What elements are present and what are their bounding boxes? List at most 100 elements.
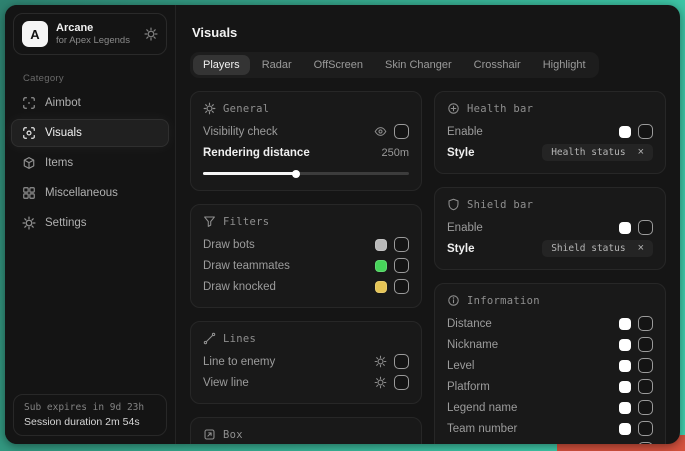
tab-offscreen[interactable]: OffScreen (304, 55, 373, 75)
tab-skin-changer[interactable]: Skin Changer (375, 55, 462, 75)
setting-label: Enable (447, 222, 483, 234)
checkbox[interactable] (394, 258, 409, 273)
close-icon[interactable]: × (638, 147, 644, 158)
checkbox[interactable] (394, 354, 409, 369)
color-swatch[interactable] (619, 318, 631, 330)
color-swatch[interactable] (619, 423, 631, 435)
sidebar-item-settings[interactable]: Settings (11, 209, 169, 237)
setting-row: Style Health status × (447, 142, 653, 163)
tab-highlight[interactable]: Highlight (533, 55, 596, 75)
tab-bar: Players Radar OffScreen Skin Changer Cro… (190, 52, 599, 78)
section-header: Filters (203, 215, 409, 228)
checkbox[interactable] (394, 124, 409, 139)
color-swatch[interactable] (619, 360, 631, 372)
slider-fill (203, 172, 296, 175)
sub-expiry-text: Sub expires in 9d 23h (24, 402, 156, 413)
sidebar-item-miscellaneous[interactable]: Miscellaneous (11, 179, 169, 207)
setting-label: Visibility check (203, 126, 278, 138)
cube-icon (22, 156, 36, 170)
gear-icon[interactable] (374, 355, 387, 368)
section-header: Health bar (447, 102, 653, 115)
setting-label: Platform (447, 381, 490, 393)
rendering-distance-slider[interactable] (203, 170, 409, 177)
setting-label: Draw knocked (203, 281, 276, 293)
gear-icon (203, 102, 216, 115)
checkbox[interactable] (638, 220, 653, 235)
setting-label: Distance (447, 318, 492, 330)
color-swatch[interactable] (375, 260, 387, 272)
checkbox[interactable] (394, 237, 409, 252)
tab-radar[interactable]: Radar (252, 55, 302, 75)
checkbox[interactable] (394, 279, 409, 294)
app-window: A Arcane for Apex Legends Category Aimbo… (5, 5, 680, 444)
tab-players[interactable]: Players (193, 55, 250, 75)
app-header-card: A Arcane for Apex Legends (13, 13, 167, 55)
color-swatch[interactable] (619, 339, 631, 351)
page-title: Visuals (192, 25, 666, 40)
row-controls (619, 316, 653, 331)
gear-icon[interactable] (374, 376, 387, 389)
right-column: Health bar Enable Style Health status (434, 91, 666, 444)
row-controls (375, 279, 409, 294)
row-controls (619, 337, 653, 352)
crosshair-icon (22, 96, 36, 110)
sidebar-item-label: Aimbot (45, 97, 81, 109)
setting-label: Style (447, 147, 475, 159)
gear-icon[interactable] (144, 27, 158, 41)
style-select-value: Health status (551, 147, 625, 158)
style-select[interactable]: Health status × (542, 144, 653, 161)
color-swatch[interactable] (619, 126, 631, 138)
grid-icon (22, 186, 36, 200)
setting-label: Rendering distance (203, 147, 310, 159)
row-controls (619, 400, 653, 415)
setting-row: Visibility check (203, 121, 409, 142)
sidebar: A Arcane for Apex Legends Category Aimbo… (5, 5, 176, 444)
row-controls (374, 124, 409, 139)
color-swatch[interactable] (375, 281, 387, 293)
style-select[interactable]: Shield status × (542, 240, 653, 257)
funnel-icon (203, 215, 216, 228)
setting-row: Draw bots (203, 234, 409, 255)
scan-eye-icon (22, 126, 36, 140)
tab-crosshair[interactable]: Crosshair (464, 55, 531, 75)
checkbox[interactable] (638, 358, 653, 373)
checkbox[interactable] (394, 375, 409, 390)
slider-value: 250m (381, 147, 409, 159)
setting-row: Platform (447, 376, 653, 397)
section-header: Lines (203, 332, 409, 345)
shield-icon (447, 198, 460, 211)
line-icon (203, 332, 216, 345)
row-controls (619, 124, 653, 139)
setting-row: Draw knocked (203, 276, 409, 297)
color-swatch[interactable] (619, 381, 631, 393)
section-lines: Lines Line to enemy View line (190, 321, 422, 404)
close-icon[interactable]: × (638, 243, 644, 254)
color-swatch[interactable] (619, 222, 631, 234)
checkbox[interactable] (638, 379, 653, 394)
section-general: General Visibility check Rendering dista… (190, 91, 422, 191)
checkbox[interactable] (638, 421, 653, 436)
app-name: Arcane (56, 22, 136, 34)
eye-icon[interactable] (374, 125, 387, 138)
slider-thumb[interactable] (292, 170, 300, 178)
section-shield-bar: Shield bar Enable Style Shield status (434, 187, 666, 270)
checkbox[interactable] (638, 337, 653, 352)
color-swatch[interactable] (375, 239, 387, 251)
setting-row: Enable (447, 121, 653, 142)
checkbox[interactable] (638, 442, 653, 444)
checkbox[interactable] (638, 316, 653, 331)
session-duration-text: Session duration 2m 54s (24, 416, 156, 428)
subscription-info-card: Sub expires in 9d 23h Session duration 2… (13, 394, 167, 436)
checkbox[interactable] (638, 400, 653, 415)
section-header: Shield bar (447, 198, 653, 211)
sidebar-item-visuals[interactable]: Visuals (11, 119, 169, 147)
setting-row: Nickname (447, 334, 653, 355)
color-swatch[interactable] (619, 444, 631, 445)
color-swatch[interactable] (619, 402, 631, 414)
sidebar-item-aimbot[interactable]: Aimbot (11, 89, 169, 117)
section-information: Information Distance Nickname (434, 283, 666, 444)
checkbox[interactable] (638, 124, 653, 139)
sidebar-item-items[interactable]: Items (11, 149, 169, 177)
section-title: Box (223, 429, 243, 441)
section-health-bar: Health bar Enable Style Health status (434, 91, 666, 174)
